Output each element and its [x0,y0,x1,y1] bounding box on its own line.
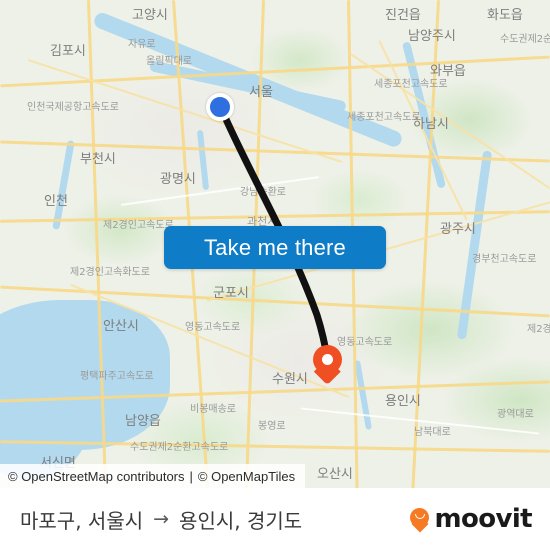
take-me-there-button[interactable]: Take me there [164,226,386,269]
route-destination-label: 용인시, 경기도 [179,508,303,533]
moovit-pin-icon [410,508,430,533]
attribution-osm[interactable]: © OpenStreetMap contributors [8,469,185,484]
pin-hole [322,354,333,365]
arrow-right-icon: → [153,508,170,530]
attribution-openmaptiles[interactable]: © OpenMapTiles [198,469,295,484]
moovit-wordmark: moovit [434,504,532,534]
route-origin-label: 마포구, 서울시 [20,508,144,533]
origin-marker-icon[interactable] [206,93,234,121]
moovit-logo[interactable]: moovit [410,504,533,534]
route-summary: 마포구, 서울시 → 용인시, 경기도 [20,505,302,534]
map-attribution: © OpenStreetMap contributors | © OpenMap… [0,464,306,488]
attribution-separator: | [189,468,193,484]
footer-bar: 마포구, 서울시 → 용인시, 경기도 moovit [0,488,550,550]
map-canvas[interactable]: 고양시 진건읍 화도읍 남양주시 김포시 와부읍 서울 하남시 인천국제공항고속도로 세종포천고속… [0,0,550,488]
destination-marker-icon[interactable] [313,345,342,387]
screenshot-root: 고양시 진건읍 화도읍 남양주시 김포시 와부읍 서울 하남시 인천국제공항고속도로 세종포천고속… [0,0,550,550]
